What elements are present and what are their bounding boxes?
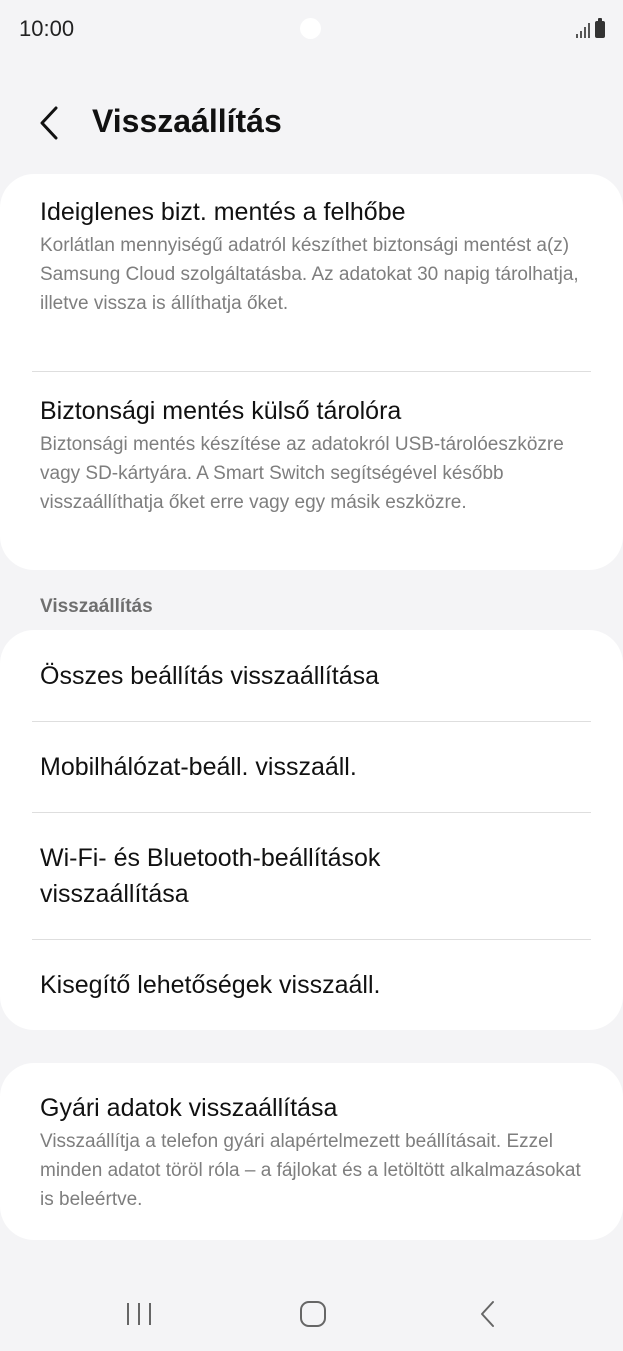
factory-reset-description: Visszaállítja a telefon gyári alapértelm…	[40, 1131, 581, 1210]
home-icon	[300, 1301, 326, 1327]
backup-card: Ideiglenes bizt. mentés a felhőbe Korlát…	[0, 174, 623, 570]
status-time: 10:00	[19, 16, 75, 41]
divider	[32, 721, 591, 722]
section-label-reset: Visszaállítás	[40, 596, 153, 617]
reset-accessibility-item[interactable]: Kisegítő lehetőségek visszaáll.	[40, 967, 591, 1003]
reset-card: Összes beállítás visszaállítása Mobilhál…	[0, 630, 623, 1030]
back-icon	[481, 1301, 494, 1327]
divider	[32, 812, 591, 813]
external-backup-description: Biztonsági mentés készítése az adatokról…	[40, 434, 564, 513]
chevron-left-icon	[40, 106, 58, 140]
reset-wifi-bluetooth-title: Wi-Fi- és Bluetooth-beállítások visszaál…	[40, 844, 381, 908]
navigation-bar	[0, 1280, 623, 1350]
external-backup-item[interactable]: Biztonsági mentés külső tárolóra Biztons…	[40, 393, 591, 517]
app-bar: Visszaállítás	[0, 90, 623, 156]
reset-mobile-network-title: Mobilhálózat-beáll. visszaáll.	[40, 753, 357, 781]
divider	[32, 371, 591, 372]
cloud-backup-description: Korlátlan mennyiségű adatról készíthet b…	[40, 235, 579, 314]
status-bar: 10:00	[0, 0, 623, 58]
reset-accessibility-title: Kisegítő lehetőségek visszaáll.	[40, 971, 381, 999]
recents-icon	[127, 1303, 151, 1325]
page-title: Visszaállítás	[92, 103, 282, 139]
reset-mobile-network-item[interactable]: Mobilhálózat-beáll. visszaáll.	[40, 749, 591, 785]
nav-back-button[interactable]	[463, 1294, 513, 1334]
home-button[interactable]	[288, 1294, 338, 1334]
factory-reset-item[interactable]: Gyári adatok visszaállítása Visszaállítj…	[40, 1090, 591, 1214]
divider	[32, 939, 591, 940]
recents-button[interactable]	[114, 1294, 164, 1334]
factory-reset-card: Gyári adatok visszaállítása Visszaállítj…	[0, 1063, 623, 1240]
cloud-backup-item[interactable]: Ideiglenes bizt. mentés a felhőbe Korlát…	[40, 194, 591, 318]
battery-icon	[595, 18, 605, 38]
cloud-backup-title: Ideiglenes bizt. mentés a felhőbe	[40, 198, 406, 226]
camera-cutout	[300, 18, 321, 39]
reset-all-settings-item[interactable]: Összes beállítás visszaállítása	[40, 658, 591, 694]
reset-all-settings-title: Összes beállítás visszaállítása	[40, 662, 380, 690]
signal-icon	[576, 20, 590, 38]
external-backup-title: Biztonsági mentés külső tárolóra	[40, 397, 402, 425]
back-button[interactable]	[30, 100, 72, 146]
status-icons	[576, 18, 605, 38]
reset-wifi-bluetooth-item[interactable]: Wi-Fi- és Bluetooth-beállítások visszaál…	[40, 840, 473, 912]
factory-reset-title: Gyári adatok visszaállítása	[40, 1094, 338, 1122]
